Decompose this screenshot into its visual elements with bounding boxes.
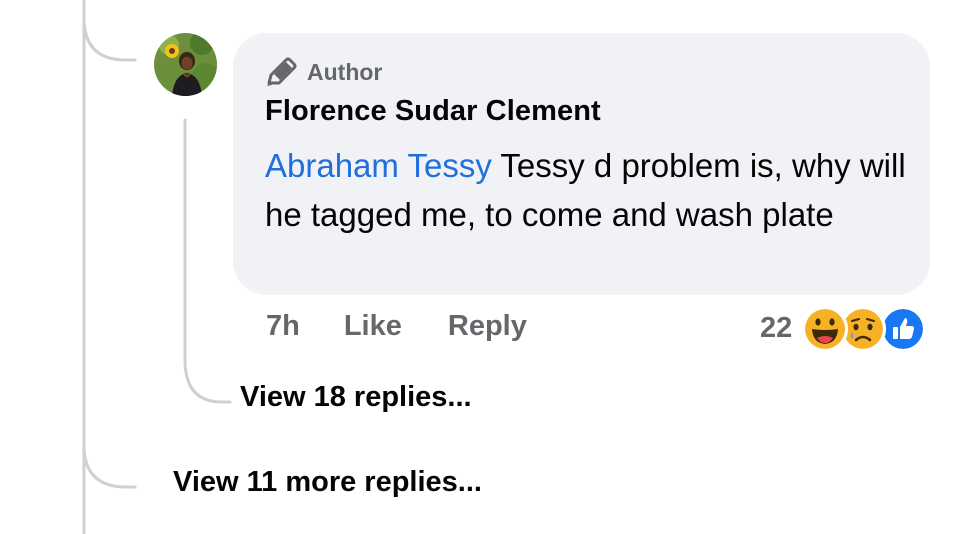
timestamp[interactable]: 7h (266, 310, 300, 343)
view-replies-link[interactable]: View 18 replies... (240, 381, 472, 414)
comment-bubble: Author Florence Sudar Clement Abraham Te… (233, 33, 930, 295)
avatar[interactable] (154, 33, 217, 96)
commenter-name[interactable]: Florence Sudar Clement (265, 95, 601, 128)
comment-actions: 7h Like Reply (266, 310, 527, 343)
comment-text: Abraham Tessy Tessy d problem is, why wi… (265, 141, 915, 239)
mention-link[interactable]: Abraham Tessy (265, 147, 492, 184)
profile-photo (154, 33, 217, 96)
reaction-summary[interactable]: 22 (760, 306, 927, 352)
author-badge-label: Author (307, 58, 383, 85)
like-reaction-icon (880, 306, 927, 352)
like-button[interactable]: Like (344, 310, 402, 343)
reply-button[interactable]: Reply (448, 310, 527, 343)
author-badge: Author (265, 57, 382, 87)
haha-icon (802, 306, 849, 352)
reaction-icons (802, 306, 927, 352)
pen-icon (267, 57, 297, 86)
reaction-count: 22 (760, 311, 793, 344)
view-more-replies-link[interactable]: View 11 more replies... (173, 466, 482, 499)
